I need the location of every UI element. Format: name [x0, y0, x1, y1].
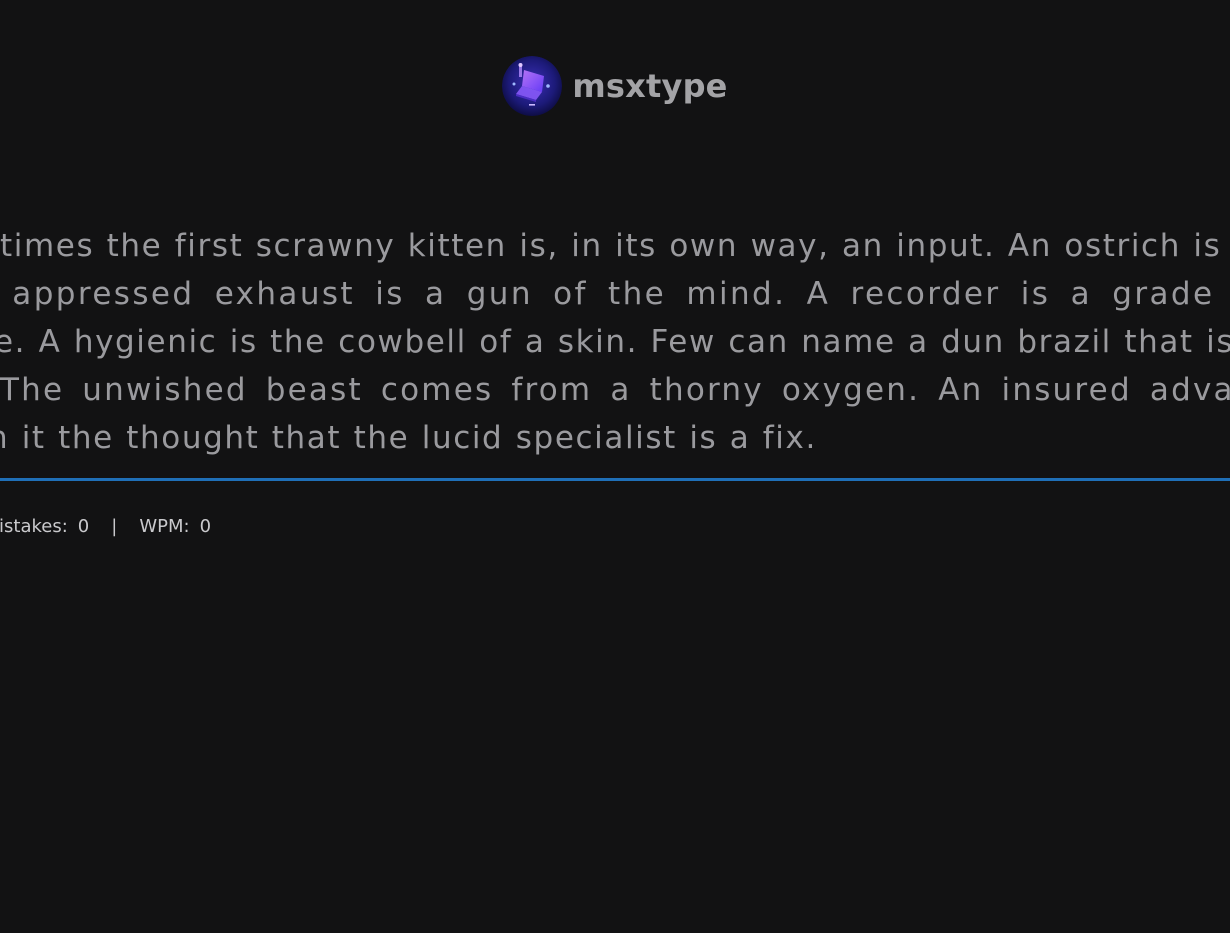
app-name: msxtype	[572, 67, 728, 105]
typing-text-line: The unwished beast comes from a thorny o…	[0, 372, 1230, 408]
mistakes-value: 0	[77, 515, 90, 537]
laptop-logo-icon	[502, 56, 563, 116]
stats-bar: listakes: 0 | WPM: 0	[0, 512, 211, 540]
stats-separator: |	[111, 515, 118, 537]
app-header: msxtype	[0, 56, 1230, 116]
wpm-label: WPM:	[139, 515, 190, 537]
typing-text-line: times the first scrawny kitten is, in it…	[0, 228, 1230, 264]
mistakes-label: listakes:	[0, 515, 68, 537]
progress-divider	[0, 478, 1230, 481]
typing-text-line: n it the thought that the lucid speciali…	[0, 420, 817, 456]
typing-text-line: e. A hygienic is the cowbell of a skin. …	[0, 324, 1230, 360]
typing-text-line: n appressed exhaust is a gun of the mind…	[0, 276, 1230, 312]
wpm-value: 0	[199, 515, 212, 537]
typing-text-area[interactable]: times the first scrawny kitten is, in it…	[0, 222, 1230, 462]
